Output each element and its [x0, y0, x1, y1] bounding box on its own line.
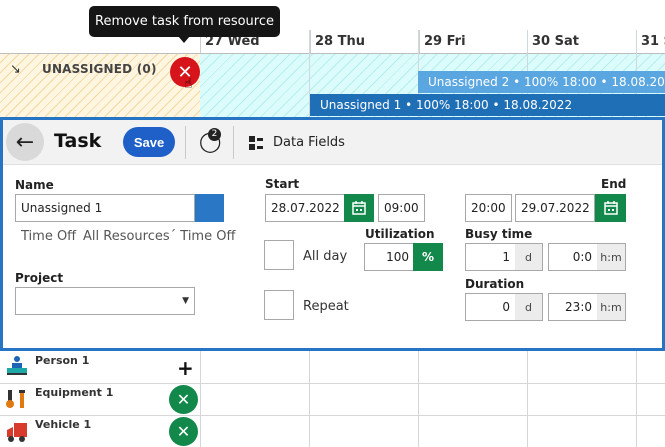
duration-hm-unit: h:m [597, 293, 626, 321]
duration-days-unit: d [515, 293, 543, 321]
day-header-28: 28 Thu [310, 30, 419, 54]
plus-icon: + [177, 356, 194, 380]
data-fields-icon [249, 136, 263, 150]
task-bar-unassigned-2[interactable]: Unassigned 2 • 100% 18:00 • 18.08.2022 [418, 71, 665, 93]
toolbar-divider [233, 126, 234, 159]
caret-down-icon: ▼ [182, 296, 189, 306]
task-bar-unassigned-1[interactable]: Unassigned 1 • 100% 18:00 • 18.08.2022 [310, 94, 665, 116]
collapse-arrow-icon[interactable]: ↘ [10, 62, 21, 77]
end-date-picker-button[interactable] [595, 194, 626, 222]
resource-row-vehicle-1: Vehicle 1 ✕ [6, 417, 206, 447]
resource-row-equipment-1: Equipment 1 ✕ [6, 385, 206, 415]
day-header-31: 31 S [636, 30, 665, 54]
assign-task-button[interactable]: ✕ [169, 385, 198, 414]
utilization-label: Utilization [365, 227, 435, 241]
start-date-input[interactable]: 28.07.2022 [265, 194, 345, 222]
column-divider [309, 351, 310, 447]
close-icon: ✕ [176, 390, 191, 409]
back-button[interactable]: ← [6, 123, 44, 161]
busy-days-input[interactable]: 1 [465, 243, 516, 271]
repeat-label: Repeat [303, 299, 349, 314]
end-date-input[interactable]: 29.07.2022 [515, 194, 595, 222]
assign-task-button[interactable]: ✕ [169, 417, 198, 446]
all-day-label: All day [303, 249, 348, 264]
task-dialog: ← Task Save ◯ 2 Data Fields Name Unassig… [0, 117, 665, 351]
resource-name: Equipment 1 [35, 386, 114, 399]
project-select[interactable]: ▼ [15, 287, 195, 315]
utilization-unit-button[interactable]: % [413, 243, 443, 271]
tooltip-tail [178, 36, 190, 43]
data-fields-button[interactable]: Data Fields [273, 135, 345, 150]
busy-hm-input[interactable]: 0:0 [548, 243, 598, 271]
hand-cursor-icon: ☝ [184, 76, 193, 92]
calendar-icon [603, 201, 618, 215]
resource-name: Person 1 [35, 354, 90, 367]
column-divider [636, 351, 637, 447]
name-input[interactable]: Unassigned 1 [15, 194, 195, 222]
end-label: End [601, 177, 627, 191]
utilization-input[interactable]: 100 [364, 243, 414, 271]
unassigned-row-label: UNASSIGNED (0) [42, 62, 157, 76]
end-time-input[interactable]: 20:00 [465, 194, 512, 222]
project-label: Project [15, 271, 64, 285]
duration-label: Duration [465, 277, 525, 291]
repeat-checkbox[interactable] [264, 290, 294, 320]
all-day-checkbox[interactable] [264, 240, 294, 270]
name-label: Name [15, 178, 54, 192]
arrow-left-icon: ← [15, 129, 35, 155]
person-icon [7, 356, 27, 375]
busy-hm-unit: h:m [597, 243, 626, 271]
close-icon: ✕ [176, 422, 191, 441]
color-picker-button[interactable] [195, 194, 224, 222]
resource-name: Vehicle 1 [35, 418, 92, 431]
vehicle-icon [7, 423, 27, 442]
equipment-icon [6, 390, 25, 408]
notifications-badge: 2 [208, 128, 221, 141]
row-divider [0, 415, 665, 416]
start-date-picker-button[interactable] [344, 194, 374, 222]
add-resource-button[interactable]: + [177, 356, 194, 380]
duration-days-input[interactable]: 0 [465, 293, 516, 321]
dialog-title: Task [54, 130, 102, 152]
time-off-link[interactable]: Time Off [21, 229, 76, 244]
start-label: Start [265, 177, 300, 191]
tooltip: Remove task from resource [89, 6, 280, 37]
save-button[interactable]: Save [123, 127, 175, 157]
busy-days-unit: d [515, 243, 543, 271]
busy-time-label: Busy time [465, 227, 533, 241]
dialog-toolbar: ← Task Save ◯ 2 Data Fields [3, 120, 662, 165]
duration-hm-input[interactable]: 23:0 [548, 293, 598, 321]
column-divider [527, 351, 528, 447]
day-header-29: 29 Fri [419, 30, 527, 54]
all-resources-time-off-link[interactable]: All Resources´ Time Off [83, 229, 235, 244]
toolbar-divider [185, 126, 186, 159]
column-divider [418, 351, 419, 447]
calendar-icon [352, 201, 366, 215]
resource-row-person-1: Person 1 + [6, 353, 206, 383]
start-time-input[interactable]: 09:00 [378, 194, 425, 222]
day-header-30: 30 Sat [527, 30, 636, 54]
row-divider [0, 383, 665, 384]
